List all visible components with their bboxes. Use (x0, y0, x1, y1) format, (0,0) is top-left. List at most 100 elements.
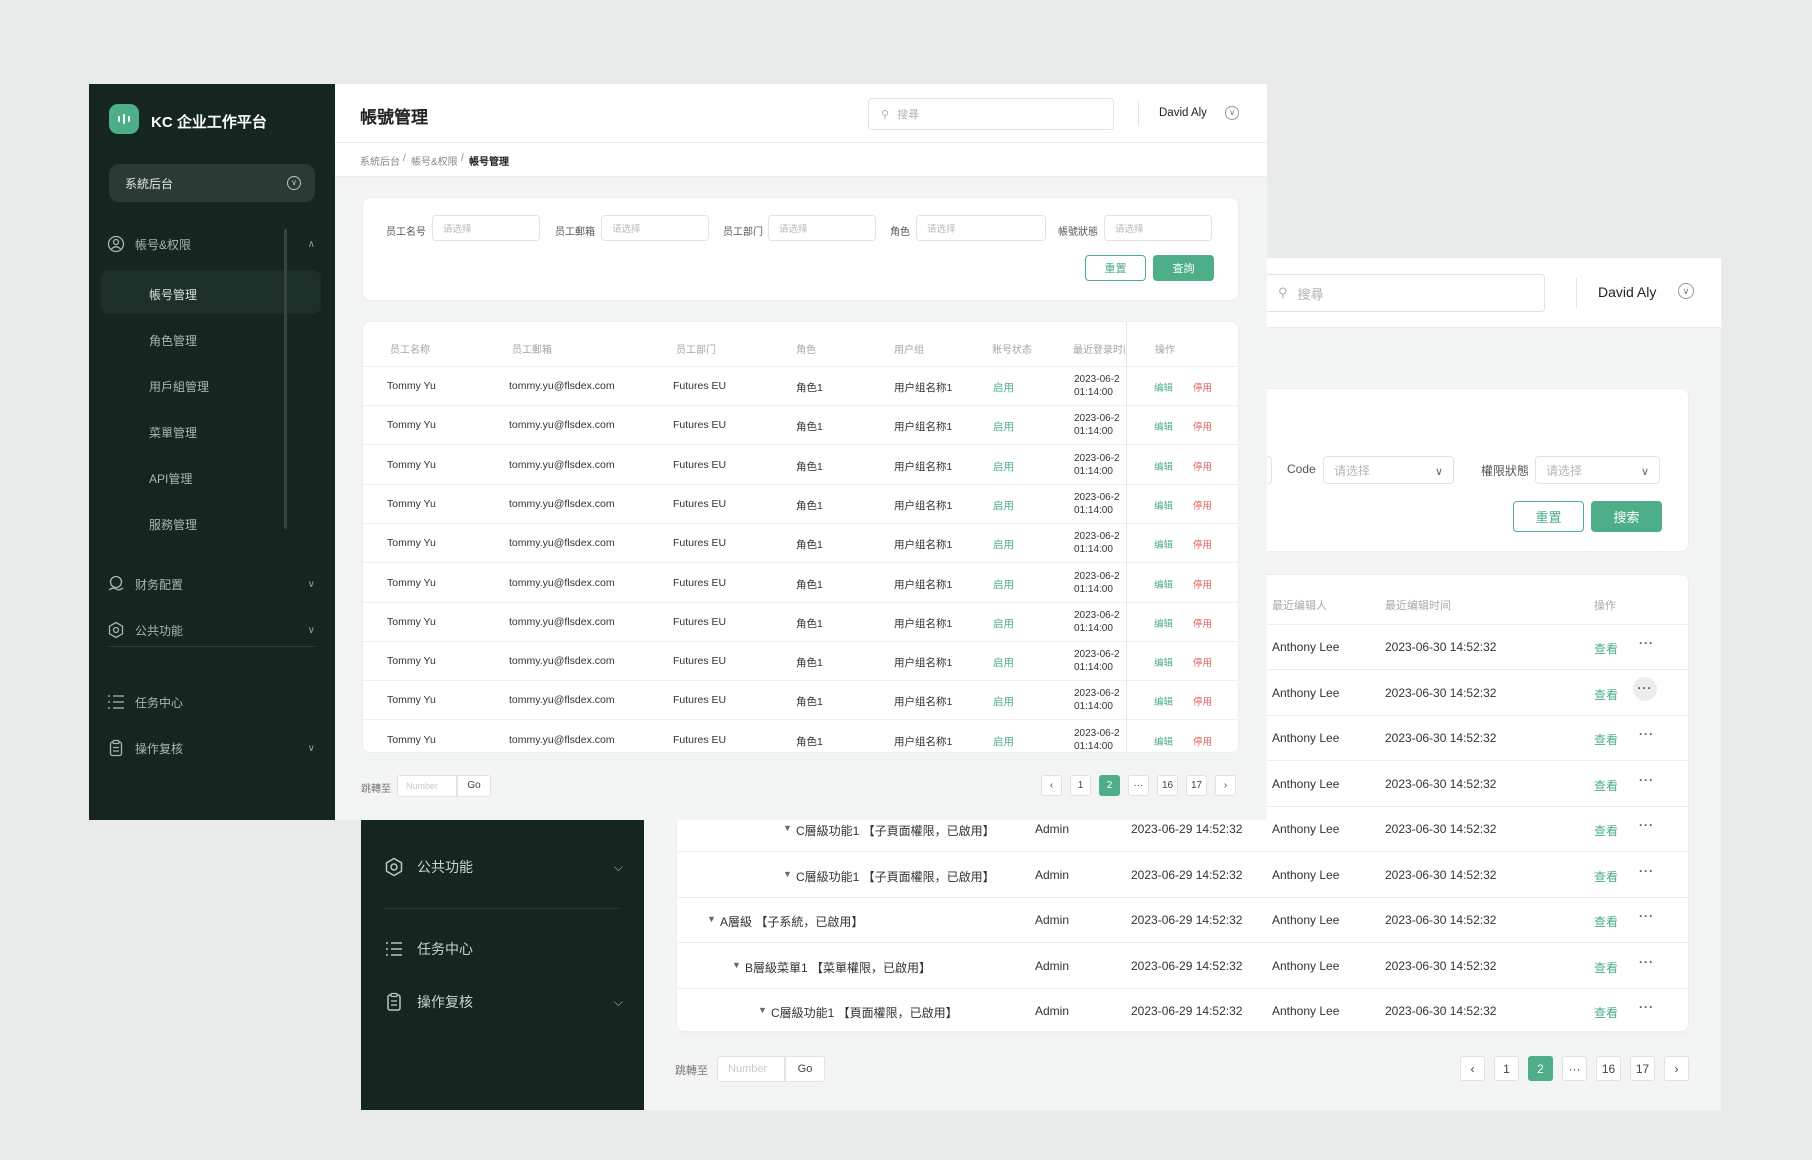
go-button[interactable]: Go (785, 1056, 825, 1082)
disable-link[interactable]: 停用 (1193, 459, 1212, 473)
filter-placeholder: 请选择 (612, 224, 641, 235)
user-name[interactable]: David Aly (1598, 284, 1656, 300)
query-button[interactable]: 查詢 (1153, 255, 1214, 281)
back-sidebar-item-tasks[interactable]: 任务中心 (383, 938, 623, 960)
page-button[interactable]: 1 (1070, 775, 1091, 796)
page-button[interactable]: 16 (1596, 1056, 1621, 1081)
status-cell: 启用 (993, 696, 1014, 709)
search-button[interactable]: 搜索 (1591, 501, 1662, 532)
sidebar-item[interactable]: 角色管理 (101, 320, 321, 360)
page-button[interactable]: 1 (1494, 1056, 1519, 1081)
user-name[interactable]: David Aly (1159, 107, 1207, 119)
view-link[interactable]: 查看 (1594, 959, 1618, 976)
sidebar-item[interactable]: API管理 (101, 458, 321, 498)
group-cell: 用户组名称1 (894, 735, 953, 748)
sidebar-item-tasks[interactable]: 任务中心 (101, 682, 321, 722)
filter-select[interactable]: 请选择 (916, 215, 1046, 241)
page-button[interactable]: 16 (1157, 775, 1178, 796)
next-page-icon[interactable]: › (1215, 775, 1236, 796)
page-button[interactable]: 2 (1099, 775, 1120, 796)
status-select[interactable]: 请选择 ∨ (1535, 456, 1660, 484)
view-link[interactable]: 查看 (1594, 913, 1618, 930)
page-button[interactable]: 2 (1528, 1056, 1553, 1081)
disable-link[interactable]: 停用 (1193, 498, 1212, 512)
filter-select[interactable]: 请选择 (1104, 215, 1212, 241)
more-icon[interactable]: ··· (1639, 727, 1654, 741)
sidebar-item[interactable]: 服務管理 (101, 504, 321, 544)
caret-down-icon[interactable]: ▼ (758, 1005, 767, 1015)
edit-link[interactable]: 编辑 (1154, 380, 1173, 394)
chevron-down-icon[interactable]: ∨ (1225, 106, 1239, 120)
more-icon[interactable]: ··· (1639, 636, 1654, 650)
disable-link[interactable]: 停用 (1193, 655, 1212, 669)
prev-page-icon[interactable]: ‹ (1041, 775, 1062, 796)
view-link[interactable]: 查看 (1594, 686, 1618, 703)
edit-link[interactable]: 编辑 (1154, 694, 1173, 708)
chevron-down-icon[interactable]: ∨ (1678, 283, 1694, 299)
more-icon[interactable]: ··· (1639, 818, 1654, 832)
login-time-cell: 2023-06-2 01:14:00 (1074, 570, 1120, 596)
back-sidebar-item-public[interactable]: 公共功能 ⌵ (383, 856, 623, 878)
breadcrumb-item[interactable]: 帳号&权限 (411, 153, 458, 168)
jump-input[interactable]: Number (717, 1056, 785, 1082)
sidebar-group-public[interactable]: 公共功能 ∨ (101, 610, 321, 650)
filter-select[interactable]: 请选择 (601, 215, 709, 241)
more-icon[interactable]: ··· (1639, 909, 1654, 923)
system-select[interactable]: 系統后台 ∨ (109, 164, 315, 202)
go-button[interactable]: Go (457, 775, 491, 797)
more-icon[interactable]: ··· (1639, 864, 1654, 878)
edit-link[interactable]: 编辑 (1154, 498, 1173, 512)
caret-down-icon[interactable]: ▼ (707, 914, 716, 924)
disable-link[interactable]: 停用 (1193, 694, 1212, 708)
view-link[interactable]: 查看 (1594, 777, 1618, 794)
jump-input[interactable]: Number (397, 775, 457, 797)
page-ellipsis[interactable]: ··· (1128, 775, 1149, 796)
edit-link[interactable]: 编辑 (1154, 655, 1173, 669)
edit-link[interactable]: 编辑 (1154, 537, 1173, 551)
disable-link[interactable]: 停用 (1193, 616, 1212, 630)
back-sidebar-item-review[interactable]: 操作复核 ⌵ (383, 991, 623, 1013)
breadcrumb-item[interactable]: 系統后台 (360, 153, 400, 168)
sidebar-item[interactable]: 菜單管理 (101, 412, 321, 452)
sidebar-item[interactable]: 用戶組管理 (101, 366, 321, 406)
view-link[interactable]: 查看 (1594, 822, 1618, 839)
page-button[interactable]: 17 (1630, 1056, 1655, 1081)
disable-link[interactable]: 停用 (1193, 577, 1212, 591)
more-icon[interactable]: ··· (1639, 773, 1654, 787)
search-input[interactable]: ⚲ 搜尋 (868, 98, 1114, 130)
page-button[interactable]: 17 (1186, 775, 1207, 796)
next-page-icon[interactable]: › (1664, 1056, 1689, 1081)
view-link[interactable]: 查看 (1594, 1004, 1618, 1021)
reset-button[interactable]: 重置 (1085, 255, 1146, 281)
disable-link[interactable]: 停用 (1193, 380, 1212, 394)
sidebar-item[interactable]: 帳号管理 (101, 274, 321, 314)
more-icon[interactable]: ··· (1639, 955, 1654, 969)
sidebar-item-review[interactable]: 操作复核 ∨ (101, 728, 321, 768)
sidebar-group-finance[interactable]: 财务配置 ∨ (101, 564, 321, 604)
filter-select[interactable]: 请选择 (432, 215, 540, 241)
disable-link[interactable]: 停用 (1193, 537, 1212, 551)
caret-down-icon[interactable]: ▼ (783, 823, 792, 833)
search-input[interactable]: ⚲ 搜尋 (1264, 274, 1545, 312)
disable-link[interactable]: 停用 (1193, 419, 1212, 433)
editor-cell: Anthony Lee (1272, 1004, 1340, 1018)
edit-link[interactable]: 编辑 (1154, 577, 1173, 591)
disable-link[interactable]: 停用 (1193, 734, 1212, 748)
page-ellipsis[interactable]: ··· (1562, 1056, 1587, 1081)
more-icon[interactable]: ··· (1633, 676, 1657, 701)
prev-page-icon[interactable]: ‹ (1460, 1056, 1485, 1081)
view-link[interactable]: 查看 (1594, 868, 1618, 885)
edit-link[interactable]: 编辑 (1154, 419, 1173, 433)
code-select[interactable]: 请选择 ∨ (1323, 456, 1454, 484)
edit-link[interactable]: 编辑 (1154, 459, 1173, 473)
more-icon[interactable]: ··· (1639, 1000, 1654, 1014)
caret-down-icon[interactable]: ▼ (732, 960, 741, 970)
view-link[interactable]: 查看 (1594, 640, 1618, 657)
view-link[interactable]: 查看 (1594, 731, 1618, 748)
edit-link[interactable]: 编辑 (1154, 734, 1173, 748)
filter-select[interactable]: 请选择 (768, 215, 876, 241)
reset-button[interactable]: 重置 (1513, 501, 1584, 532)
caret-down-icon[interactable]: ▼ (783, 869, 792, 879)
edit-link[interactable]: 编辑 (1154, 616, 1173, 630)
sidebar-group-account[interactable]: 帳号&权限 ∧ (101, 224, 321, 264)
